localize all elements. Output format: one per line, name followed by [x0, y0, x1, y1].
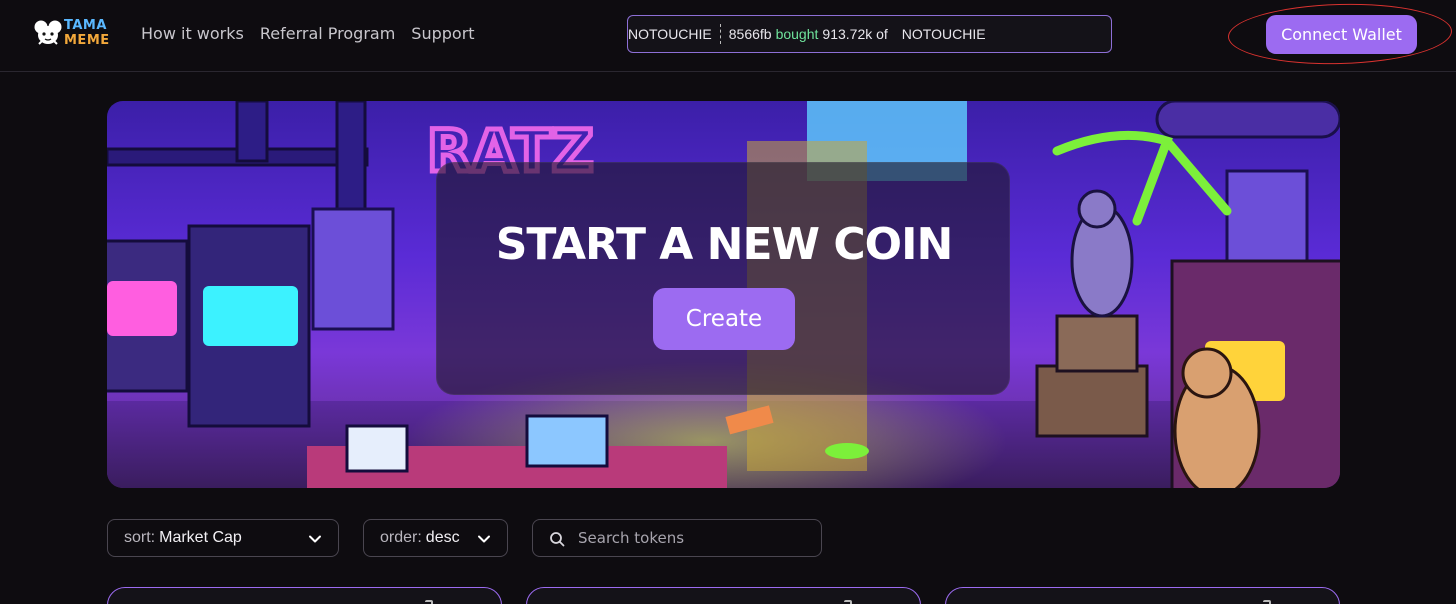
card-corner-icon — [1263, 600, 1271, 604]
token-card[interactable] — [526, 587, 921, 604]
logo-line-2: MEME — [64, 33, 110, 48]
search-icon — [550, 532, 565, 547]
ticker-amount: 913.72k of — [822, 26, 888, 42]
order-label: order: — [380, 529, 422, 546]
connect-wallet-button[interactable]: Connect Wallet — [1266, 15, 1417, 54]
start-coin-card: START A NEW COIN Create — [436, 162, 1010, 395]
logo-line-1: TAMA — [64, 18, 107, 33]
card-corner-icon — [844, 600, 852, 604]
card-corner-icon — [425, 600, 433, 604]
nav-support[interactable]: Support — [411, 24, 474, 43]
ticker-address: 8566fb — [728, 26, 772, 42]
nav-referral-program[interactable]: Referral Program — [260, 24, 395, 43]
mouse-logo-icon — [34, 20, 62, 45]
nav-how-it-works[interactable]: How it works — [141, 24, 244, 43]
logo-wordmark: TAMA MEME — [64, 18, 110, 48]
order-value: desc — [425, 529, 460, 546]
main-nav: How it works Referral Program Support — [141, 24, 475, 43]
ticker-action: bought — [775, 26, 819, 42]
ticker-divider — [719, 24, 721, 44]
hero-title: START A NEW COIN — [495, 219, 954, 270]
search-input[interactable] — [578, 520, 813, 556]
create-coin-button[interactable]: Create — [653, 288, 795, 350]
search-box — [532, 519, 822, 557]
hero-banner: RATZ START A NEW COIN Create — [107, 101, 1340, 488]
sort-value: Market Cap — [159, 529, 242, 546]
chevron-down-icon — [309, 535, 321, 543]
sort-label: sort: — [124, 529, 156, 546]
chevron-down-icon — [478, 535, 490, 543]
token-card[interactable] — [945, 587, 1340, 604]
top-navbar: TAMA MEME How it works Referral Program … — [0, 0, 1456, 72]
sort-select[interactable]: sort: Market Cap — [107, 519, 339, 557]
order-select[interactable]: order: desc — [363, 519, 508, 557]
ticker-token-2: NOTOUCHIE — [901, 26, 986, 42]
ticker-token: NOTOUCHIE — [628, 26, 712, 42]
trade-ticker[interactable]: NOTOUCHIE 8566fb bought 913.72k of NOTOU… — [627, 15, 1112, 53]
token-card[interactable] — [107, 587, 502, 604]
tamameme-logo[interactable]: TAMA MEME — [34, 18, 122, 52]
